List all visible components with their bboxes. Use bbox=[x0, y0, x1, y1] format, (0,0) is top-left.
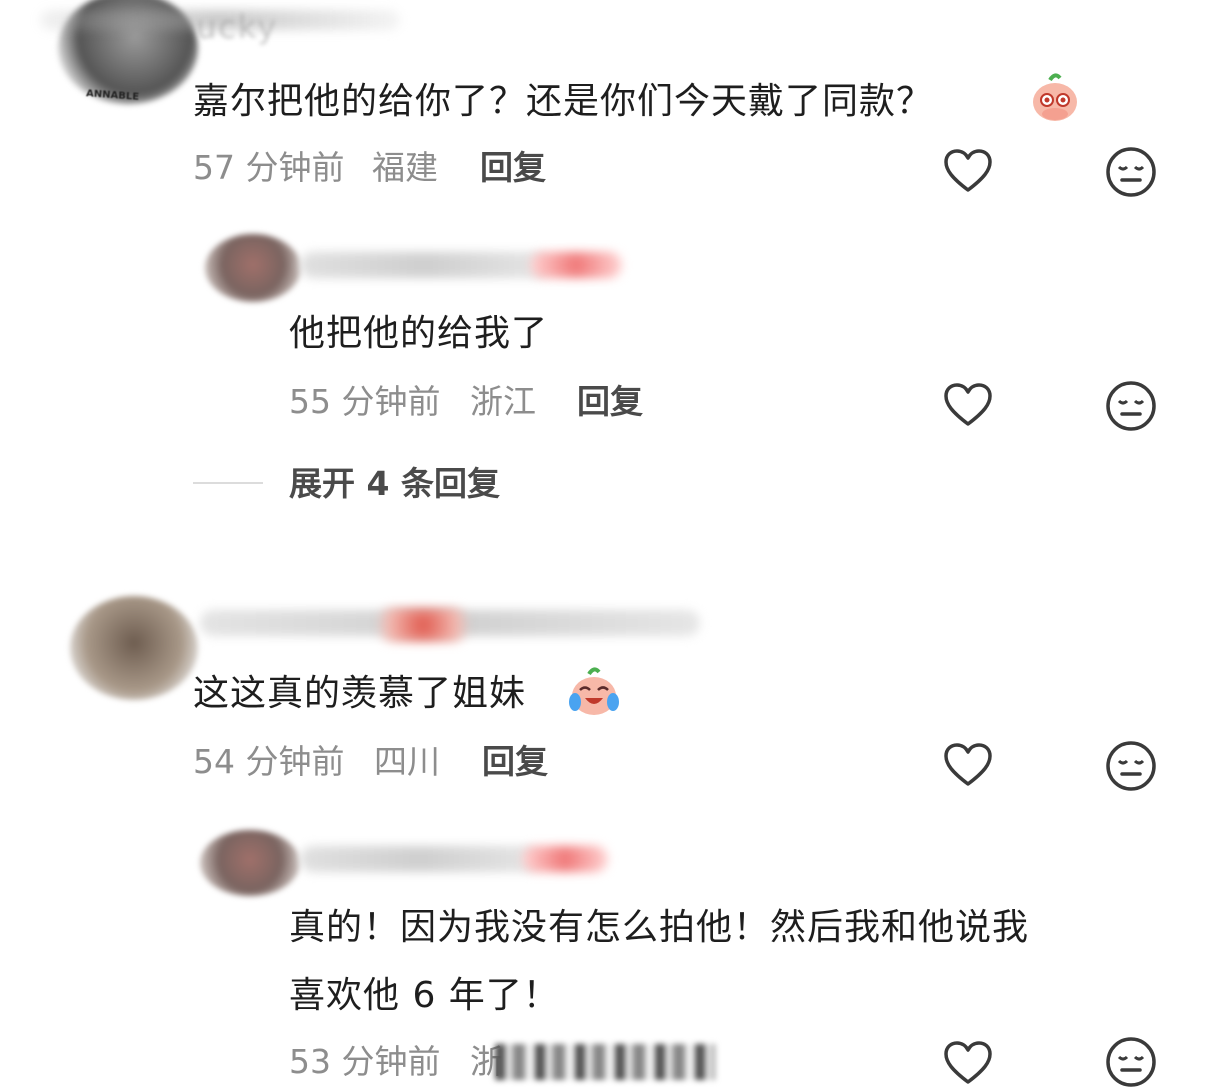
comment-text-line-1: 真的！因为我没有怎么拍他！然后我和他说我 bbox=[289, 907, 1030, 948]
meh-face-icon[interactable] bbox=[1105, 146, 1157, 198]
comment-text: 他把他的给我了 bbox=[289, 313, 549, 354]
username[interactable] bbox=[300, 252, 550, 278]
meh-face-icon[interactable] bbox=[1105, 740, 1157, 792]
comment-text-line-2: 喜欢他 6 年了！ bbox=[289, 975, 560, 1016]
comment-location: 浙江 bbox=[470, 382, 536, 421]
meh-face-icon[interactable] bbox=[1105, 1036, 1157, 1088]
comment-text: 这这真的羡慕了姐妹 bbox=[193, 673, 527, 714]
peach-shy-emoji bbox=[1033, 73, 1077, 121]
heart-outline-icon[interactable] bbox=[942, 740, 994, 792]
comment-text: 嘉尔把他的给你了？还是你们今天戴了同款？ bbox=[193, 81, 934, 122]
heart-outline-icon[interactable] bbox=[942, 380, 994, 432]
peach-laugh-cry-emoji bbox=[569, 667, 619, 715]
avatar[interactable] bbox=[70, 596, 198, 700]
user-badge bbox=[378, 608, 468, 642]
avatar[interactable] bbox=[200, 830, 300, 896]
comment-time: 55 分钟前 bbox=[289, 382, 441, 421]
user-badge bbox=[522, 846, 608, 872]
avatar-label: ANNABLE bbox=[85, 88, 140, 103]
username[interactable] bbox=[300, 846, 540, 872]
reply-button[interactable]: 回复 bbox=[482, 742, 548, 782]
comment-time: 54 分钟前 bbox=[193, 742, 345, 781]
avatar[interactable] bbox=[205, 234, 301, 302]
heart-outline-icon[interactable] bbox=[942, 1038, 994, 1090]
user-badge bbox=[530, 252, 622, 278]
reply-button[interactable]: 回复 bbox=[577, 382, 643, 422]
heart-outline-icon[interactable] bbox=[942, 146, 994, 198]
comment-time: 57 分钟前 bbox=[193, 148, 345, 187]
divider bbox=[193, 482, 263, 484]
meh-face-icon[interactable] bbox=[1105, 380, 1157, 432]
comment-location: 福建 bbox=[372, 148, 438, 187]
reply-button[interactable]: 回复 bbox=[480, 148, 546, 188]
expand-replies-label[interactable]: 展开 4 条回复 bbox=[289, 464, 500, 504]
comment-location: 四川 bbox=[374, 742, 440, 781]
comment-time: 53 分钟前 bbox=[289, 1042, 441, 1081]
redacted-block bbox=[495, 1044, 715, 1080]
